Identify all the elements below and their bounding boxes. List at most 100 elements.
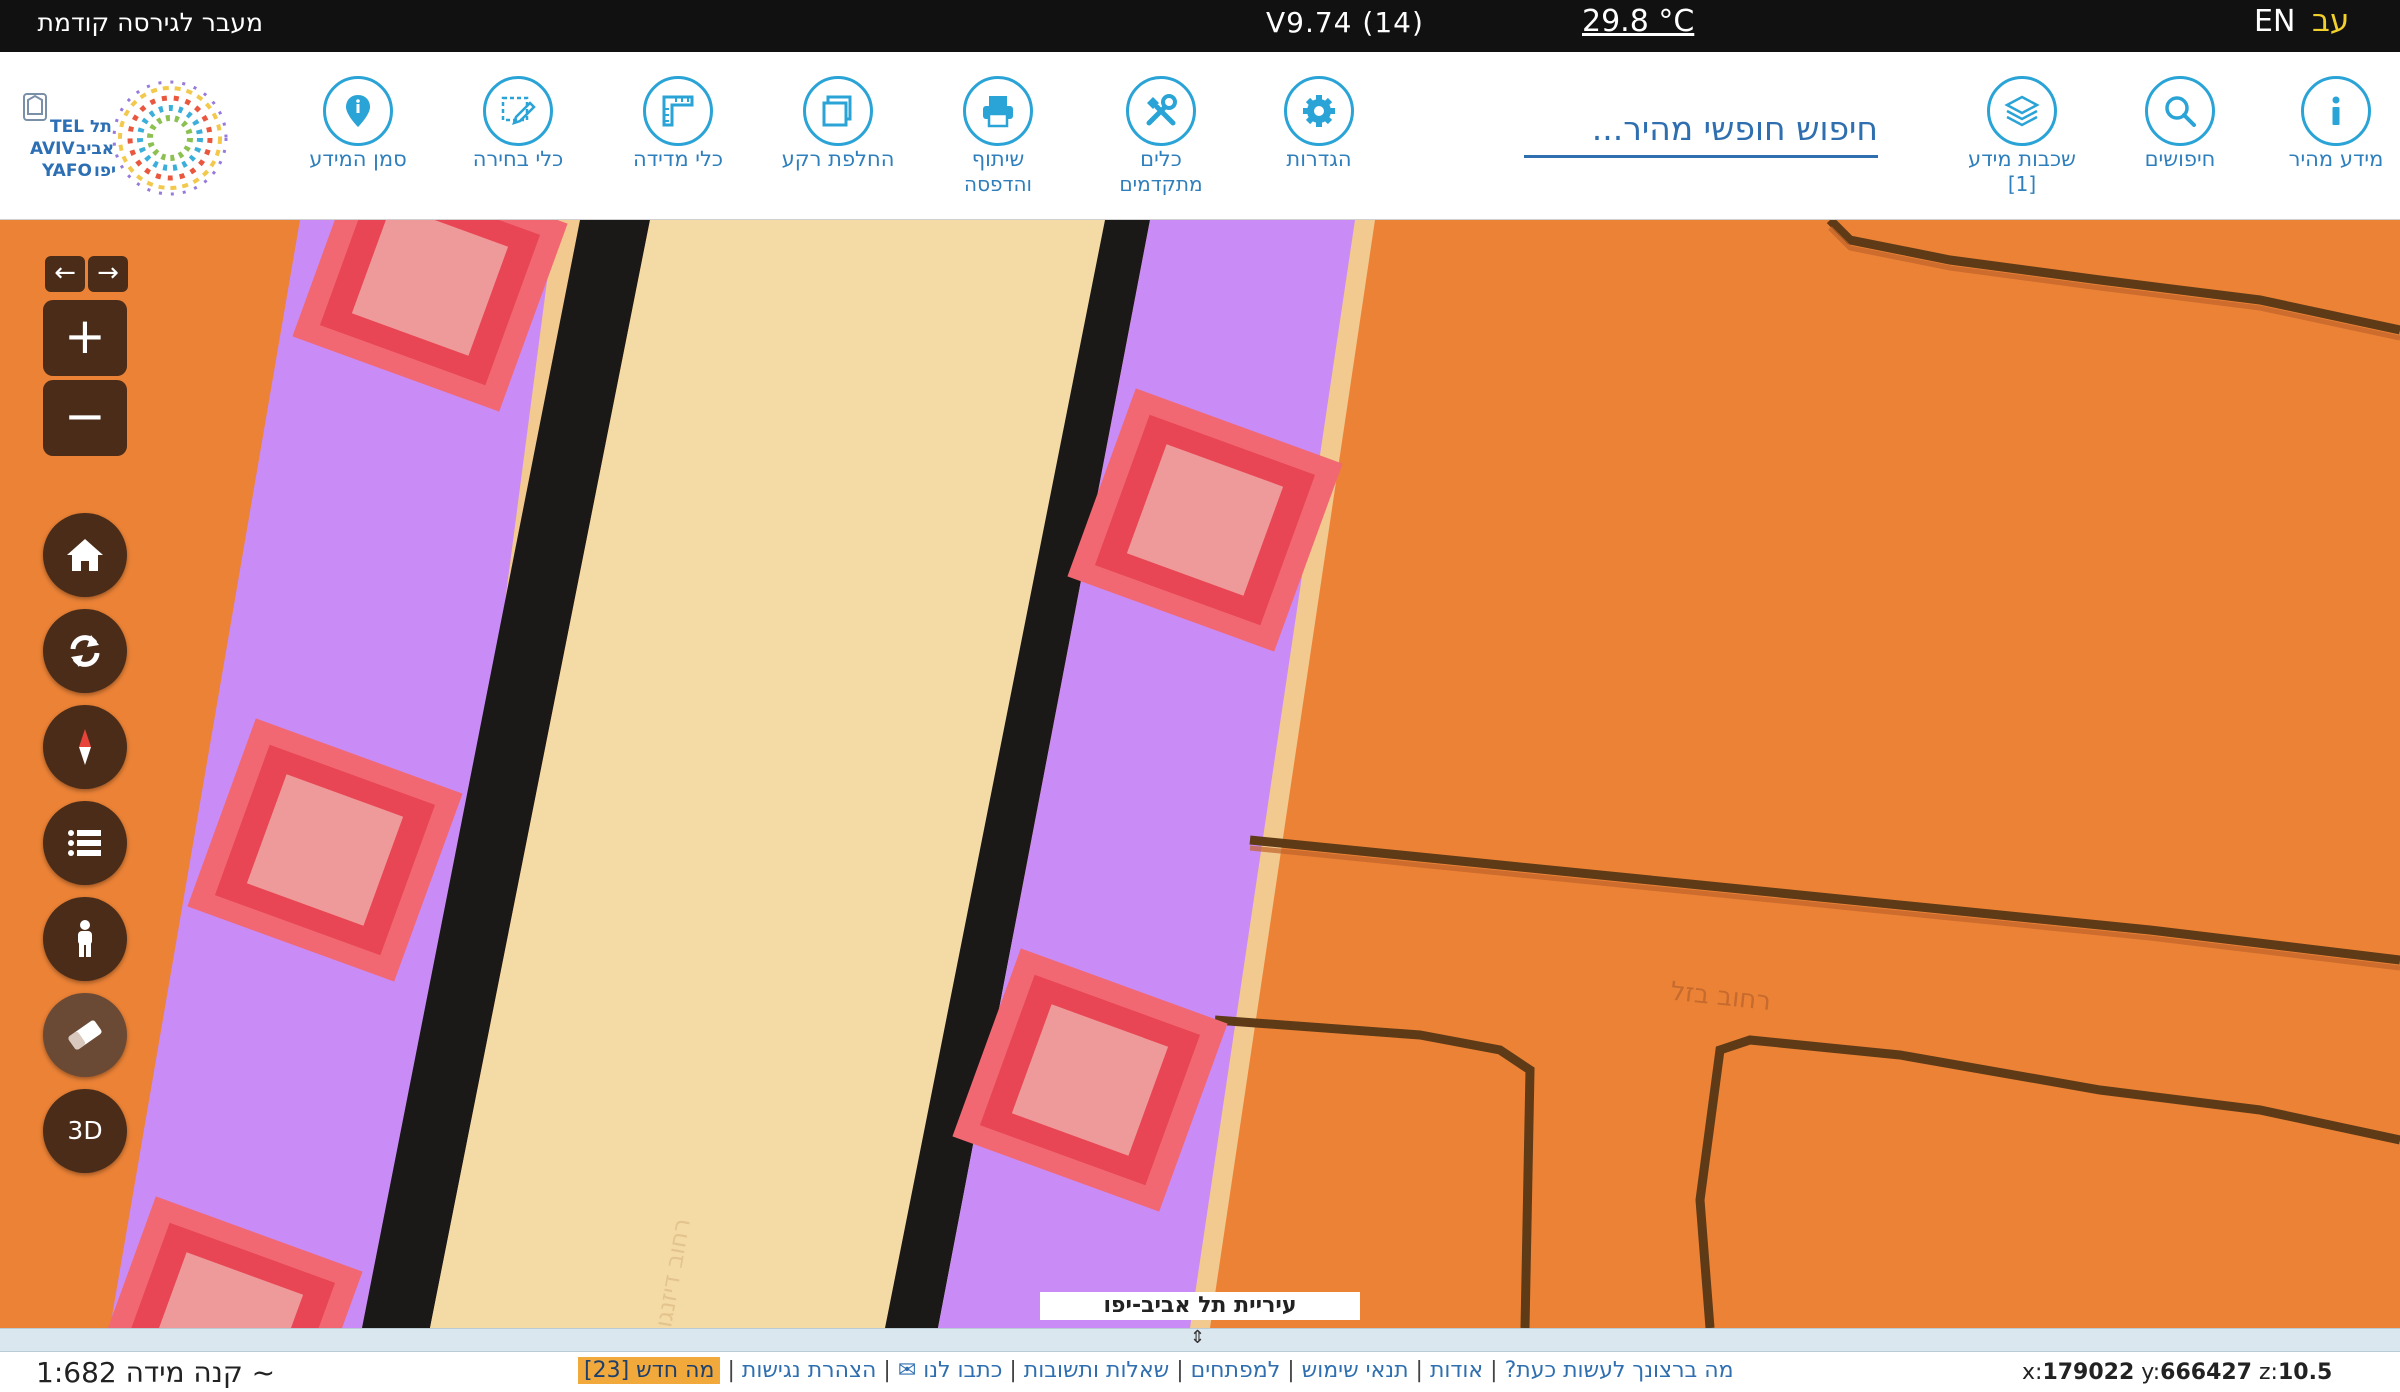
link-separator: | [727,1358,735,1383]
map-canvas[interactable]: רחוב בזל רחוב דיזנגוף ← → + − 3D עיריית … [0,220,2400,1328]
svg-text:YAFO: YAFO [41,161,92,181]
switch-background-label: החלפת רקע [781,147,895,171]
quick-info-button[interactable]: מידע מהיר [2256,76,2400,216]
scale-label: קנה מידה ~ [125,1356,276,1389]
list-icon [68,830,101,856]
language-hebrew-button[interactable]: עב [2312,3,2349,39]
plus-icon: + [64,307,106,365]
status-bar: 1:682 קנה מידה ~ מה ברצונך לעשות כעת? | או… [0,1352,2400,1392]
legend-list-button[interactable] [43,801,127,885]
refresh-icon [70,635,100,667]
info-marker-label: סמן המידע [309,147,407,171]
terms-of-use-link[interactable]: תנאי שימוש [1302,1358,1409,1383]
zoom-level-label: z: [2259,1360,2278,1385]
link-separator: | [1176,1358,1184,1383]
3d-label: 3D [67,1116,103,1145]
link-separator: | [1490,1358,1498,1383]
3d-view-button[interactable]: 3D [43,1089,127,1173]
marker-icon [323,76,393,146]
scale-indicator: 1:682 קנה מידה ~ [36,1356,275,1389]
map-coordinates: x:179022 y:666427 z:10.5 [2022,1360,2332,1385]
y-coordinate: 666427 [2160,1360,2252,1385]
zoom-in-button[interactable]: + [43,300,127,376]
minus-icon: − [64,387,106,445]
select-tools-label: כלי בחירה [472,147,564,171]
eraser-icon [68,1020,102,1050]
advanced-tools-button[interactable]: כלים מתקדמים [1081,76,1241,216]
gear-icon [1284,76,1354,146]
about-link[interactable]: אודות [1430,1358,1483,1383]
eraser-button[interactable] [43,993,127,1077]
tel-aviv-logo[interactable]: TEL תל AVIV אביב YAFO יפו [20,76,250,202]
svg-text:תל: תל [90,117,112,137]
select-tools-button[interactable]: כלי בחירה [438,76,598,216]
layers-icon [1987,76,2057,146]
measure-tools-button[interactable]: כלי מדידה [598,76,758,216]
measure-tools-label: כלי מדידה [632,147,724,171]
tools-icon [1126,76,1196,146]
map-forward-button[interactable]: → [88,256,128,292]
whats-new-link[interactable]: מה חדש [23] [578,1357,721,1384]
link-separator: | [1415,1358,1423,1383]
compass-button[interactable] [43,705,127,789]
previous-version-link[interactable]: מעבר לגירסה קודמת [38,8,263,37]
settings-button[interactable]: הגדרות [1239,76,1399,216]
link-separator: | [883,1358,891,1383]
y-coordinate-label: y: [2141,1360,2161,1385]
map-back-button[interactable]: ← [45,256,85,292]
version-label: V9.74 (14) [1266,6,1424,39]
arrow-right-icon: → [97,258,119,288]
search-icon [2145,76,2215,146]
share-print-label: שיתוף [971,147,1025,171]
map-tiles: רחוב בזל רחוב דיזנגוף [0,220,2400,1328]
link-separator: | [1287,1358,1295,1383]
background-icon [803,76,873,146]
pegman-icon [78,920,92,957]
home-icon [67,539,103,571]
language-english-button[interactable]: EN [2254,4,2295,39]
svg-text:יפו: יפו [94,161,116,181]
compass-icon [79,729,91,765]
quick-info-label: מידע מהיר [2288,147,2384,171]
refresh-button[interactable] [43,609,127,693]
switch-background-button[interactable]: החלפת רקע [758,76,918,216]
select-icon [483,76,553,146]
map-title: עיריית תל אביב-יפו [1040,1292,1360,1320]
contact-us-link[interactable]: כתבו לנו ✉ [898,1358,1003,1383]
street-view-button[interactable] [43,897,127,981]
link-separator: | [1009,1358,1017,1383]
advanced-tools-sublabel: מתקדמים [1119,172,1203,196]
info-icon [2301,76,2371,146]
searches-label: חיפושים [2144,147,2216,171]
svg-text:אביב: אביב [76,139,114,159]
x-coordinate: 179022 [2042,1360,2135,1385]
info-layers-label: שכבות מידע [1968,147,2076,171]
resize-arrows-icon: ⇕ [1190,1327,1206,1348]
footer-links: מה ברצונך לעשות כעת?|אודות|תנאי שימוש|למ… [578,1357,1734,1384]
what-to-do-link[interactable]: מה ברצונך לעשות כעת? [1505,1358,1734,1383]
zoom-level: 10.5 [2277,1360,2333,1385]
faq-link[interactable]: שאלות ותשובות [1024,1358,1169,1383]
print-icon [963,76,1033,146]
panel-resize-handle[interactable]: ⇕ [0,1327,2400,1352]
zoom-out-button[interactable]: − [43,380,127,456]
svg-text:TEL: TEL [50,117,84,137]
temperature-link[interactable]: 29.8 °C [1582,4,1694,39]
searches-button[interactable]: חיפושים [2100,76,2260,216]
home-button[interactable] [43,513,127,597]
info-layers-button[interactable]: שכבות מידע [1] [1942,76,2102,216]
info-layers-count: [1] [2007,172,2037,196]
quick-search-input[interactable] [1524,102,1878,155]
top-bar: מעבר לגירסה קודמת V9.74 (14) 29.8 °C EN … [0,0,2400,52]
quick-search [1524,102,1878,158]
accessibility-statement-link[interactable]: הצהרת נגישות [742,1358,877,1383]
share-print-button[interactable]: שיתוף והדפסה [918,76,1078,216]
info-marker-button[interactable]: סמן המידע [278,76,438,216]
developers-link[interactable]: למפתחים [1191,1358,1281,1383]
settings-label: הגדרות [1286,147,1352,171]
share-print-sublabel: והדפסה [964,172,1032,196]
svg-text:AVIV: AVIV [30,139,75,159]
main-toolbar: TEL תל AVIV אביב YAFO יפו סמן המידע כלי … [0,52,2400,220]
advanced-tools-label: כלים [1140,147,1182,171]
ruler-icon [643,76,713,146]
